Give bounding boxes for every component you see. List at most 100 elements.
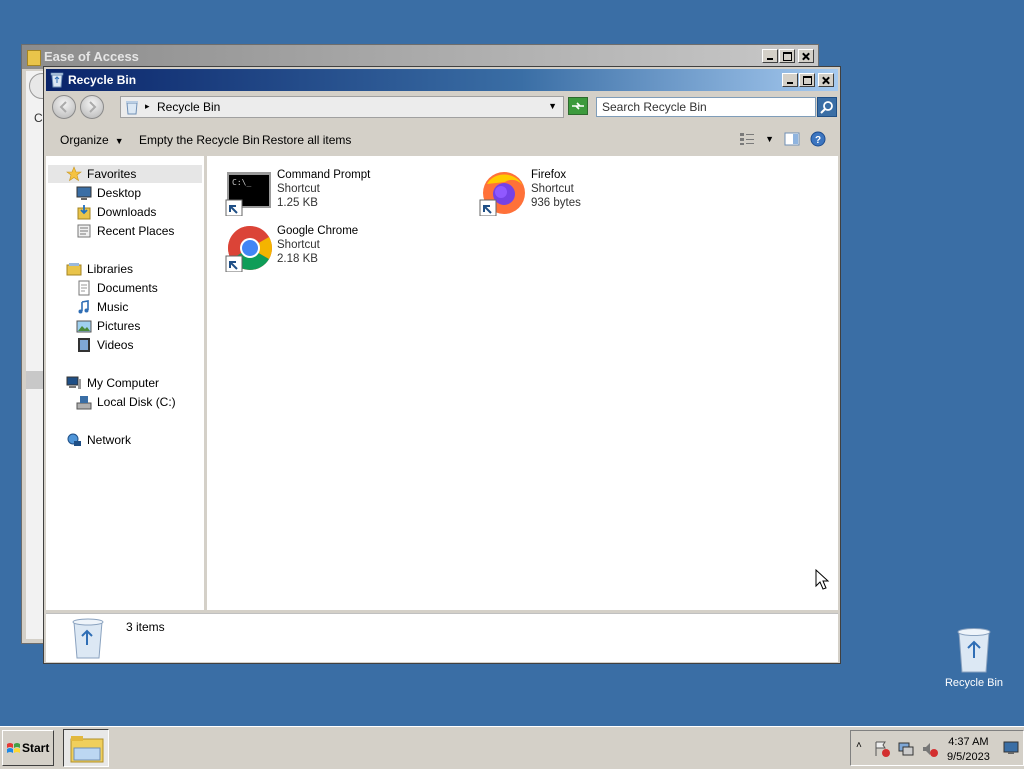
recycle-bin-icon: [72, 618, 104, 659]
nav-my-computer[interactable]: My Computer: [66, 375, 159, 391]
file-type: Shortcut: [531, 183, 574, 195]
libraries-icon: [66, 262, 82, 276]
ease-of-access-title: Ease of Access: [44, 49, 139, 64]
svg-text:C:\_: C:\_: [232, 178, 251, 187]
folder-icon: [70, 736, 104, 763]
nav-network-label: Network: [87, 433, 132, 447]
empty-recycle-bin-button[interactable]: Empty the Recycle Bin: [139, 133, 260, 147]
nav-recent-places-label: Recent Places: [97, 224, 175, 238]
svg-text:?: ?: [815, 135, 821, 146]
back-button[interactable]: [52, 95, 76, 119]
nav-local-disk[interactable]: Local Disk (C:): [76, 394, 176, 410]
nav-favorites[interactable]: Favorites: [66, 166, 136, 182]
nav-documents-label: Documents: [97, 281, 158, 295]
address-row: ▸ Recycle Bin ▼ Search Recycle Bin: [46, 93, 838, 123]
nav-recent-places[interactable]: Recent Places: [76, 223, 174, 239]
details-pane: 3 items: [46, 613, 838, 662]
start-label: Start: [22, 741, 50, 755]
clock-date: 9/5/2023: [947, 751, 990, 763]
file-type: Shortcut: [277, 183, 320, 195]
refresh-icon: [572, 102, 584, 110]
documents-icon: [78, 280, 90, 296]
restore-all-items-button[interactable]: Restore all items: [262, 133, 351, 147]
show-desktop-icon[interactable]: [1003, 740, 1019, 756]
taskbar: Start ˄ 4:37 AM 9/5/2023: [0, 726, 1024, 769]
nav-my-computer-label: My Computer: [87, 376, 160, 390]
nav-network[interactable]: Network: [66, 432, 131, 448]
folder-icon: [27, 50, 41, 66]
file-name: Command Prompt: [277, 169, 371, 181]
nav-libraries[interactable]: Libraries: [66, 261, 133, 277]
clock[interactable]: 4:37 AM 9/5/2023: [947, 735, 990, 765]
nav-favorites-label: Favorites: [87, 167, 137, 181]
arrow-right-icon: [89, 101, 97, 113]
firefox-icon: [479, 172, 525, 216]
close-button[interactable]: [818, 73, 834, 87]
organize-label: Organize: [60, 133, 109, 147]
maximize-button[interactable]: [799, 73, 815, 87]
address-bar[interactable]: ▸ Recycle Bin ▼: [120, 96, 564, 118]
recycle-bin-icon: [50, 72, 64, 88]
start-button[interactable]: Start: [2, 730, 54, 766]
nav-pictures-label: Pictures: [97, 319, 141, 333]
close-button[interactable]: [798, 49, 814, 63]
windows-logo-icon: [7, 743, 20, 753]
music-icon: [78, 299, 89, 314]
star-icon: [66, 166, 82, 182]
action-center-flag-icon[interactable]: [873, 740, 891, 758]
refresh-button[interactable]: [568, 97, 588, 115]
maximize-button[interactable]: [779, 49, 795, 63]
show-hidden-icons-icon[interactable]: ˄: [856, 740, 862, 751]
nav-pictures[interactable]: Pictures: [76, 318, 140, 334]
recent-places-icon: [77, 224, 91, 238]
file-size: 2.18 KB: [277, 253, 318, 265]
nav-libraries-label: Libraries: [87, 262, 134, 276]
search-button[interactable]: [817, 97, 837, 117]
titlebar[interactable]: Recycle Bin: [46, 69, 838, 91]
file-size: 1.25 KB: [277, 197, 318, 209]
breadcrumb-arrow-icon[interactable]: ▸: [145, 101, 150, 112]
file-type: Shortcut: [277, 239, 320, 251]
nav-documents[interactable]: Documents: [76, 280, 158, 296]
recycle-bin-icon: [957, 628, 991, 673]
file-list[interactable]: C:\_ Command Prompt Shortcut 1.25 KB Fir…: [207, 156, 838, 610]
search-icon: [820, 101, 833, 114]
nav-videos[interactable]: Videos: [76, 337, 133, 353]
volume-muted-icon[interactable]: [921, 740, 939, 758]
nav-music-label: Music: [97, 300, 129, 314]
taskbar-explorer-button[interactable]: [63, 729, 109, 767]
desktop-recycle-bin[interactable]: Recycle Bin: [940, 626, 1008, 689]
file-name: Firefox: [531, 169, 567, 181]
organize-button[interactable]: Organize ▼: [60, 133, 124, 147]
forward-button[interactable]: [80, 95, 104, 119]
breadcrumb[interactable]: Recycle Bin: [157, 100, 220, 114]
minimize-button[interactable]: [762, 49, 778, 63]
nav-local-disk-label: Local Disk (C:): [97, 395, 176, 409]
pictures-icon: [76, 320, 92, 333]
views-dropdown-icon[interactable]: ▼: [765, 134, 774, 144]
recycle-bin-window[interactable]: Recycle Bin ▸ Recycle Bin ▼ Search Recyc…: [43, 66, 841, 664]
views-icon[interactable]: [739, 132, 755, 146]
network-icon: [67, 433, 81, 446]
scroll-strip: [26, 371, 44, 389]
help-icon[interactable]: ?: [810, 131, 826, 147]
search-input[interactable]: Search Recycle Bin: [596, 97, 816, 117]
nav-desktop-label: Desktop: [97, 186, 142, 200]
system-tray: ˄ 4:37 AM 9/5/2023: [850, 730, 1024, 766]
nav-music[interactable]: Music: [76, 299, 128, 315]
clock-time: 4:37 AM: [948, 736, 989, 748]
recycle-bin-icon: [126, 101, 138, 115]
nav-desktop[interactable]: Desktop: [76, 185, 141, 201]
nav-downloads[interactable]: Downloads: [76, 204, 156, 220]
chevron-down-icon[interactable]: ▼: [548, 101, 557, 111]
computer-icon: [66, 376, 81, 389]
google-chrome-icon: [225, 226, 272, 272]
network-status-icon[interactable]: [897, 740, 915, 758]
desktop-icon: [76, 186, 92, 200]
nav-videos-label: Videos: [97, 338, 134, 352]
preview-pane-icon[interactable]: [784, 132, 800, 146]
command-prompt-icon: C:\_: [225, 172, 271, 216]
caret-down-icon: ▼: [114, 136, 124, 146]
downloads-icon: [77, 204, 91, 220]
minimize-button[interactable]: [782, 73, 798, 87]
